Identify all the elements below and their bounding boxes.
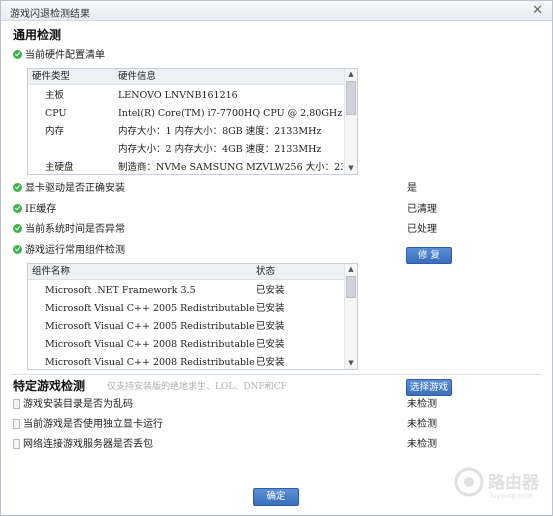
- install-dir-row: 游戏安装目录是否为乱码: [13, 397, 133, 413]
- specific-hint: 仅支持安装版的绝地求生、LOL、DNF和CF: [107, 382, 287, 392]
- components-list[interactable]: 组件名称 状态 Microsoft .NET Framework 3.5 已安装…: [27, 263, 358, 370]
- system-time-row: 当前系统时间是否异常: [13, 222, 125, 238]
- hardware-check-row: 当前硬件配置清单: [13, 48, 105, 64]
- watermark-text: 路由器: [488, 473, 539, 493]
- components-scrollbar[interactable]: ▲ ▼: [344, 264, 357, 369]
- router-logo-icon: [454, 467, 484, 497]
- check-ok-icon: [13, 183, 22, 192]
- scroll-thumb[interactable]: [346, 81, 356, 115]
- hardware-scrollbar[interactable]: ▲ ▼: [344, 69, 357, 174]
- components-list-header: 组件名称 状态: [28, 264, 357, 280]
- ok-button[interactable]: 确定: [253, 488, 299, 506]
- list-item[interactable]: Microsoft Visual C++ 2005 Redistributabl…: [28, 300, 357, 318]
- hardware-info: Intel(R) Core(TM) i7-7700HQ CPU @ 2.80GH…: [118, 108, 343, 119]
- col-hardware-info: 硬件信息: [118, 71, 157, 82]
- check-ok-icon: [13, 245, 22, 254]
- check-ok-icon: [13, 50, 22, 59]
- check-label: IE缓存: [25, 204, 57, 215]
- check-label: 网络连接游戏服务器是否丢包: [23, 439, 153, 450]
- scroll-down-icon[interactable]: ▼: [345, 163, 357, 174]
- component-status: 已安装: [256, 303, 285, 314]
- check-label: 游戏安装目录是否为乱码: [23, 399, 133, 410]
- list-item[interactable]: Microsoft Visual C++ 2005 Redistributabl…: [28, 318, 357, 336]
- scroll-up-icon[interactable]: ▲: [345, 69, 357, 80]
- watermark-sub: luyouqi.com: [490, 492, 533, 500]
- specific-section-title: 特定游戏检测: [13, 379, 86, 393]
- list-item[interactable]: 主硬盘 制造商：NVMe SAMSUNG MZVLW256 大小：238GB: [28, 159, 357, 174]
- scroll-thumb[interactable]: [346, 276, 356, 298]
- component-name: Microsoft Visual C++ 2005 Redistributabl…: [45, 303, 255, 314]
- check-label: 显卡驱动是否正确安装: [25, 183, 125, 194]
- pending-icon: [13, 398, 20, 409]
- select-game-button[interactable]: 选择游戏: [406, 379, 452, 396]
- component-status: 已安装: [256, 285, 285, 296]
- hardware-type: CPU: [45, 108, 67, 119]
- check-status: 已处理: [407, 224, 437, 235]
- component-status: 已安装: [256, 321, 285, 332]
- component-name: Microsoft .NET Framework 3.5: [45, 285, 196, 296]
- hardware-list[interactable]: 硬件类型 硬件信息 主板 LENOVO LNVNB161216 CPU Inte…: [27, 68, 358, 175]
- list-item[interactable]: 主板 LENOVO LNVNB161216: [28, 87, 357, 105]
- list-item[interactable]: Microsoft Visual C++ 2008 Redistributabl…: [28, 354, 357, 369]
- pending-icon: [13, 438, 20, 449]
- check-status: 已清理: [407, 204, 437, 215]
- check-label: 当前系统时间是否异常: [25, 224, 125, 235]
- repair-button[interactable]: 修 复: [406, 247, 452, 264]
- check-status: 未检测: [407, 399, 437, 410]
- general-section-title: 通用检测: [13, 28, 62, 42]
- check-status: 未检测: [407, 419, 437, 430]
- hardware-info: LENOVO LNVNB161216: [118, 90, 238, 101]
- check-ok-icon: [13, 224, 22, 233]
- result-window: 游戏闪退检测结果 ✕ 通用检测 当前硬件配置清单 硬件类型 硬件信息 主板 LE…: [0, 0, 553, 516]
- col-component-name: 组件名称: [32, 266, 71, 277]
- hardware-label: 当前硬件配置清单: [25, 50, 105, 61]
- scroll-down-icon[interactable]: ▼: [345, 358, 357, 369]
- hardware-type: 主板: [45, 90, 65, 101]
- hardware-info: 内存大小：2 内存大小：4GB 速度：2133MHz: [118, 144, 322, 155]
- list-item[interactable]: CPU Intel(R) Core(TM) i7-7700HQ CPU @ 2.…: [28, 105, 357, 123]
- dedicated-gpu-row: 当前游戏是否使用独立显卡运行: [13, 417, 163, 433]
- list-item[interactable]: 内存 内存大小：1 内存大小：8GB 速度：2133MHz: [28, 123, 357, 141]
- close-icon[interactable]: ✕: [532, 3, 543, 18]
- components-label: 游戏运行常用组件检测: [25, 245, 125, 256]
- hardware-type: 主硬盘: [45, 162, 74, 173]
- watermark: 路由器 luyouqi.com: [454, 465, 546, 507]
- list-item[interactable]: Microsoft .NET Framework 3.5 已安装: [28, 282, 357, 300]
- hardware-info: 制造商：NVMe SAMSUNG MZVLW256 大小：238GB: [118, 162, 343, 173]
- title-bar: 游戏闪退检测结果 ✕: [1, 1, 552, 21]
- col-component-status: 状态: [256, 266, 276, 277]
- components-check-row: 游戏运行常用组件检测: [13, 243, 125, 259]
- pending-icon: [13, 418, 20, 429]
- hardware-info: 内存大小：1 内存大小：8GB 速度：2133MHz: [118, 126, 322, 137]
- ie-cache-row: IE缓存: [13, 202, 56, 218]
- section-divider: [11, 374, 541, 375]
- component-status: 已安装: [256, 357, 285, 368]
- hardware-type: 内存: [45, 126, 65, 137]
- check-status: 是: [407, 183, 417, 194]
- check-ok-icon: [13, 204, 22, 213]
- col-hardware-type: 硬件类型: [32, 71, 71, 82]
- check-label: 当前游戏是否使用独立显卡运行: [23, 419, 163, 430]
- component-name: Microsoft Visual C++ 2008 Redistributabl…: [45, 339, 255, 350]
- component-name: Microsoft Visual C++ 2008 Redistributabl…: [45, 357, 255, 368]
- gpu-driver-row: 显卡驱动是否正确安装: [13, 181, 125, 197]
- hardware-list-header: 硬件类型 硬件信息: [28, 69, 357, 85]
- scroll-up-icon[interactable]: ▲: [345, 264, 357, 275]
- component-status: 已安装: [256, 339, 285, 350]
- list-item[interactable]: 内存大小：2 内存大小：4GB 速度：2133MHz: [28, 141, 357, 159]
- list-item[interactable]: Microsoft Visual C++ 2008 Redistributabl…: [28, 336, 357, 354]
- check-status: 未检测: [407, 439, 437, 450]
- window-title: 游戏闪退检测结果: [10, 9, 90, 20]
- component-name: Microsoft Visual C++ 2005 Redistributabl…: [45, 321, 255, 332]
- packet-loss-row: 网络连接游戏服务器是否丢包: [13, 437, 153, 453]
